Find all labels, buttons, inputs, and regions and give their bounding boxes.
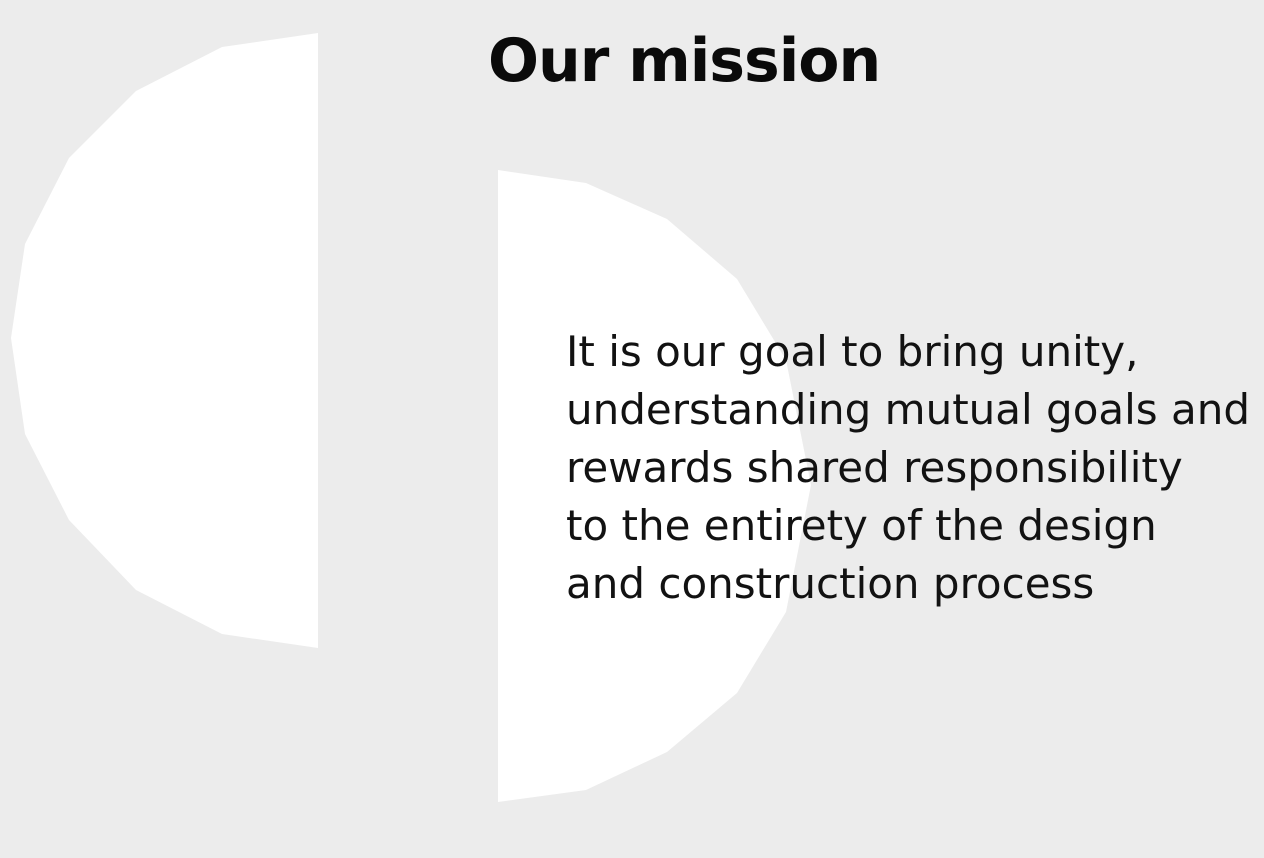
mission-line: understanding mutual goals and: [566, 385, 1251, 434]
mission-statement: It is our goal to bring unity, understan…: [566, 323, 1250, 613]
mission-line: It is our goal to bring unity,: [566, 327, 1139, 376]
mission-line: to the entirety of the design: [566, 501, 1157, 550]
mission-line: rewards shared responsibility: [566, 443, 1183, 492]
mission-line: and construction process: [566, 559, 1095, 608]
mission-title: Our mission: [488, 26, 881, 96]
left-half-circle-shape: [11, 33, 318, 648]
